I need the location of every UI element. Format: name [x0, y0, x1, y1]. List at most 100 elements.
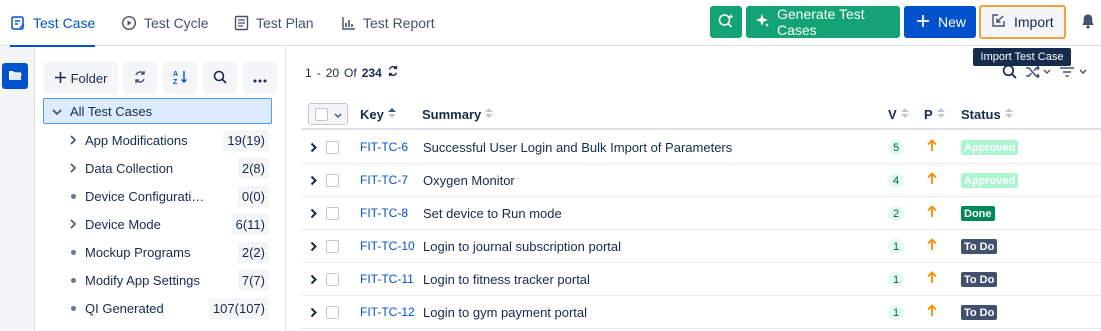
table-row[interactable]: FIT-TC-6 Successful User Login and Bulk … [301, 131, 1101, 164]
priority-up-icon [927, 139, 937, 155]
folder-item[interactable]: Device Configuration fo... 0(0) [66, 182, 269, 210]
folder-item[interactable]: Modify App Settings 7(7) [66, 266, 269, 294]
sort-icon [936, 107, 945, 122]
folder-item-count: 19(19) [223, 129, 269, 151]
row-key[interactable]: FIT-TC-7 [360, 173, 408, 187]
column-priority[interactable]: P [924, 98, 945, 130]
sparkle-icon [755, 13, 769, 31]
add-folder-button[interactable]: Folder [44, 62, 118, 94]
left-rail [0, 47, 35, 331]
folder-item-name: QI Generated [85, 300, 164, 316]
row-key[interactable]: FIT-TC-6 [360, 140, 408, 154]
tab-test-cycle[interactable]: Test Cycle [121, 0, 209, 46]
bell-icon[interactable] [1081, 13, 1095, 32]
sort-asc-icon [387, 107, 396, 122]
column-summary-label: Summary [422, 106, 482, 122]
folder-panel-toggle[interactable] [2, 63, 28, 89]
row-key[interactable]: FIT-TC-8 [360, 206, 408, 220]
tab-test-report[interactable]: Test Report [341, 0, 435, 46]
column-key-label: Key [360, 106, 384, 122]
tab-label: Test Case [33, 15, 96, 31]
new-label: New [938, 14, 967, 30]
test-case-icon [10, 15, 26, 31]
column-status[interactable]: Status [961, 98, 1013, 130]
column-version-label: V [888, 106, 897, 122]
sort-icon [1004, 107, 1013, 122]
tab-test-plan[interactable]: Test Plan [234, 0, 314, 46]
row-checkbox[interactable] [326, 174, 339, 187]
filter-icon[interactable] [1059, 66, 1089, 81]
search-folders-button[interactable] [203, 62, 237, 94]
top-nav-bar: Test Case Test Cycle Test Plan Test Repo… [0, 0, 1101, 47]
folder-more-button[interactable] [243, 62, 277, 94]
priority-up-icon [927, 271, 937, 287]
folder-item[interactable]: QI Generated 107(107) [66, 294, 269, 322]
row-summary: Oxygen Monitor [423, 173, 515, 188]
select-all-checkbox[interactable] [308, 103, 348, 125]
folder-item-count: 2(2) [237, 241, 269, 263]
folder-item-count: 2(8) [237, 157, 269, 179]
folder-item-name: App Modifications [85, 132, 188, 148]
page-sep: - [316, 65, 321, 80]
sort-folders-button[interactable]: AZ [163, 62, 197, 94]
row-summary: Login to fitness tracker portal [423, 272, 590, 287]
refresh-icon[interactable] [387, 65, 399, 80]
column-key[interactable]: Key [360, 98, 396, 130]
tab-test-case[interactable]: Test Case [10, 0, 96, 47]
pagination-summary: 1 - 20 Of 234 [305, 65, 399, 80]
table-row[interactable]: FIT-TC-8 Set device to Run mode 2 Done [301, 197, 1101, 230]
row-key[interactable]: FIT-TC-10 [360, 239, 415, 253]
sort-az-icon: AZ [172, 69, 188, 88]
shuffle-icon[interactable] [1025, 65, 1051, 81]
chevron-right-icon [66, 135, 80, 145]
row-version: 5 [888, 140, 904, 155]
folder-item-count: 7(7) [237, 269, 269, 291]
search-icon [213, 70, 227, 87]
svg-text:A: A [173, 71, 178, 78]
folder-button-label: Folder [70, 70, 108, 86]
generate-label: Generate Test Cases [777, 6, 865, 38]
row-version: 1 [888, 239, 904, 254]
status-badge: To Do [961, 272, 998, 287]
row-checkbox[interactable] [326, 306, 339, 319]
import-button[interactable]: Import [979, 5, 1066, 39]
chevron-right-icon[interactable] [310, 174, 318, 189]
folder-item-name: Modify App Settings [85, 272, 200, 288]
new-button[interactable]: New [904, 6, 976, 38]
import-label: Import [1014, 14, 1054, 30]
folder-item[interactable]: App Modifications 19(19) [66, 126, 269, 154]
row-key[interactable]: FIT-TC-11 [360, 272, 414, 286]
row-version: 2 [888, 206, 904, 221]
row-checkbox[interactable] [326, 207, 339, 220]
chevron-right-icon[interactable] [310, 240, 318, 255]
status-badge: Approved [961, 140, 1019, 155]
chevron-right-icon[interactable] [310, 141, 318, 156]
search-icon[interactable] [1002, 64, 1017, 82]
refresh-folders-button[interactable] [123, 62, 157, 94]
folder-panel: Folder AZ All Test Cases App Modificatio… [36, 47, 286, 331]
chevron-right-icon[interactable] [310, 306, 318, 321]
test-case-list: 1 - 20 Of 234 Key Summary V P Status FIT… [287, 47, 1101, 331]
row-key[interactable]: FIT-TC-12 [360, 305, 415, 319]
chevron-right-icon[interactable] [310, 207, 318, 222]
ai-assist-button[interactable] [710, 6, 742, 38]
tab-label: Test Cycle [144, 15, 209, 31]
row-checkbox[interactable] [326, 273, 339, 286]
folder-item[interactable]: Data Collection 2(8) [66, 154, 269, 182]
table-row[interactable]: FIT-TC-10 Login to journal subscription … [301, 230, 1101, 263]
bullet-icon [66, 277, 80, 283]
folder-open-icon [8, 69, 22, 84]
chevron-right-icon[interactable] [310, 273, 318, 288]
row-checkbox[interactable] [326, 240, 339, 253]
column-version[interactable]: V [888, 98, 909, 130]
row-checkbox[interactable] [326, 141, 339, 154]
table-row[interactable]: FIT-TC-7 Oxygen Monitor 4 Approved [301, 164, 1101, 197]
generate-test-cases-button[interactable]: Generate Test Cases [746, 6, 900, 38]
folder-item[interactable]: Device Mode 6(11) [66, 210, 269, 238]
table-row[interactable]: FIT-TC-12 Login to gym payment portal 1 … [301, 296, 1101, 329]
column-summary[interactable]: Summary [422, 98, 494, 130]
table-row[interactable]: FIT-TC-11 Login to fitness tracker porta… [301, 263, 1101, 296]
folder-item[interactable]: Mockup Programs 2(2) [66, 238, 269, 266]
folder-all-test-cases[interactable]: All Test Cases [43, 98, 272, 124]
test-cycle-icon [121, 15, 137, 31]
